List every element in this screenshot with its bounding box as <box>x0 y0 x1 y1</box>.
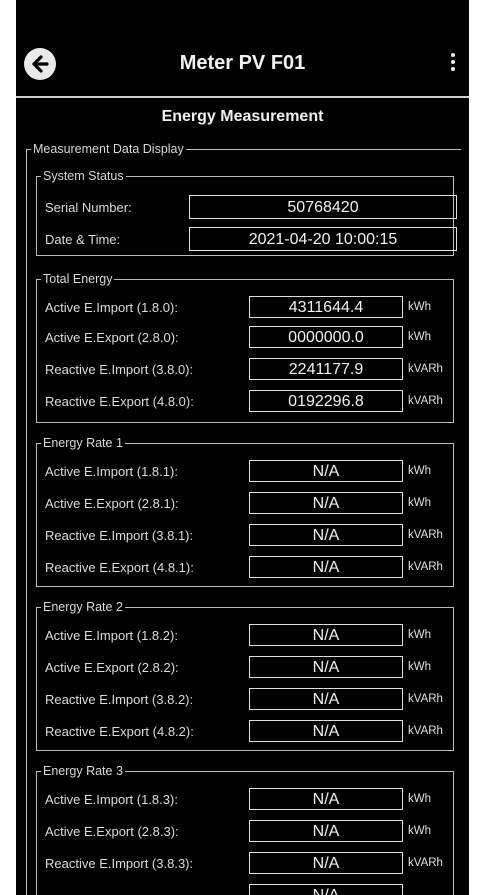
field-label: Active E.Export (2.8.3): <box>45 824 179 839</box>
energy-row: Active E.Import (1.8.2): N/A kWh <box>45 624 453 648</box>
energy-row: Reactive E.Import (3.8.0): 2241177.9 kVA… <box>45 358 453 382</box>
serial-number-field[interactable]: 50768420 <box>189 195 457 219</box>
value-field[interactable]: N/A <box>249 556 403 578</box>
unit-label: kWh <box>408 661 431 673</box>
field-label: Active E.Import (1.8.1): <box>45 464 178 479</box>
value-field[interactable]: 0192296.8 <box>249 390 403 412</box>
meter-screen: Meter PV F01 Energy Measurement Measurem… <box>16 0 469 895</box>
unit-label: kVARh <box>408 395 443 407</box>
system-status-group: System Status Serial Number: 50768420 Da… <box>36 169 457 256</box>
unit-label: kWh <box>408 629 431 641</box>
energy-row: Active E.Export (2.8.3): N/A kWh <box>45 820 453 844</box>
value-field[interactable]: N/A <box>249 820 403 842</box>
unit-label: kVARh <box>408 363 443 375</box>
unit-label: kWh <box>408 331 431 343</box>
group-legend: Total Energy <box>43 272 113 286</box>
section-title: Energy Measurement <box>161 108 324 125</box>
field-label: Reactive E.Import (3.8.3): <box>45 856 194 871</box>
field-label: Reactive E.Export (4.8.1): <box>45 560 194 575</box>
value-field[interactable]: N/A <box>249 656 403 678</box>
unit-label: kVARh <box>408 529 443 541</box>
field-label: Serial Number: <box>45 200 132 215</box>
value-field[interactable]: N/A <box>249 524 403 546</box>
date-time-field[interactable]: 2021-04-20 10:00:15 <box>189 227 457 251</box>
energy-row: Reactive E.Export (4.8.0): 0192296.8 kVA… <box>45 390 453 414</box>
unit-label: kWh <box>408 301 431 313</box>
energy-group: Total Energy Active E.Import (1.8.0): 43… <box>36 273 454 423</box>
energy-group: Energy Rate 2 Active E.Import (1.8.2): N… <box>36 601 454 751</box>
energy-row: Active E.Export (2.8.1): N/A kWh <box>45 492 453 516</box>
field-label: Active E.Import (1.8.3): <box>45 792 178 807</box>
value-field[interactable]: N/A <box>249 788 403 810</box>
value-field[interactable]: N/A <box>249 492 403 514</box>
unit-label: kVARh <box>408 857 443 869</box>
field-label: Active E.Import (1.8.2): <box>45 628 178 643</box>
serial-number-row: Serial Number: 50768420 <box>45 195 457 219</box>
group-legend: Energy Rate 2 <box>43 600 123 614</box>
value-field[interactable]: N/A <box>249 720 403 742</box>
energy-row: N/A <box>45 884 453 895</box>
energy-row: Reactive E.Export (4.8.1): N/A kVARh <box>45 556 453 580</box>
field-label: Active E.Import (1.8.0): <box>45 300 178 315</box>
unit-label: kVARh <box>408 561 443 573</box>
energy-group: Energy Rate 3 Active E.Import (1.8.3): N… <box>36 765 454 895</box>
energy-row: Active E.Import (1.8.0): 4311644.4 kWh <box>45 296 453 320</box>
energy-row: Reactive E.Export (4.8.2): N/A kVARh <box>45 720 453 744</box>
page-title: Meter PV F01 <box>179 52 306 74</box>
unit-label: kWh <box>408 465 431 477</box>
energy-row: Reactive E.Import (3.8.2): N/A kVARh <box>45 688 453 712</box>
value-field[interactable]: N/A <box>249 460 403 482</box>
field-label: Active E.Export (2.8.2): <box>45 660 179 675</box>
energy-row: Active E.Export (2.8.2): N/A kWh <box>45 656 453 680</box>
energy-row: Active E.Export (2.8.0): 0000000.0 kWh <box>45 326 453 350</box>
section-legend: Measurement Data Display <box>33 142 184 156</box>
value-field[interactable]: N/A <box>249 624 403 646</box>
value-field[interactable]: 4311644.4 <box>249 296 403 318</box>
energy-row: Active E.Import (1.8.1): N/A kWh <box>45 460 453 484</box>
date-time-row: Date & Time: 2021-04-20 10:00:15 <box>45 227 457 251</box>
header-divider <box>16 96 469 98</box>
more-vert-icon[interactable] <box>447 50 459 78</box>
value-field[interactable]: N/A <box>249 884 403 895</box>
field-label: Active E.Export (2.8.0): <box>45 330 179 345</box>
value-field[interactable]: 0000000.0 <box>249 326 403 348</box>
group-legend: Energy Rate 1 <box>43 436 123 450</box>
value-field[interactable]: 2241177.9 <box>249 358 403 380</box>
unit-label: kVARh <box>408 693 443 705</box>
app-bar: Meter PV F01 <box>16 30 469 96</box>
unit-label: kVARh <box>408 725 443 737</box>
value-field[interactable]: N/A <box>249 852 403 874</box>
field-label: Reactive E.Import (3.8.2): <box>45 692 194 707</box>
unit-label: kWh <box>408 793 431 805</box>
energy-row: Reactive E.Import (3.8.3): N/A kVARh <box>45 852 453 876</box>
field-label: Reactive E.Export (4.8.2): <box>45 724 194 739</box>
energy-row: Active E.Import (1.8.3): N/A kWh <box>45 788 453 812</box>
energy-group: Energy Rate 1 Active E.Import (1.8.1): N… <box>36 437 454 587</box>
group-legend: Energy Rate 3 <box>43 764 123 778</box>
group-legend: System Status <box>43 169 124 183</box>
unit-label: kWh <box>408 825 431 837</box>
field-label: Date & Time: <box>45 232 121 247</box>
field-label: Reactive E.Import (3.8.0): <box>45 362 194 377</box>
field-label: Reactive E.Import (3.8.1): <box>45 528 194 543</box>
value-field[interactable]: N/A <box>249 688 403 710</box>
energy-row: Reactive E.Import (3.8.1): N/A kVARh <box>45 524 453 548</box>
field-label: Active E.Export (2.8.1): <box>45 496 179 511</box>
unit-label: kWh <box>408 497 431 509</box>
field-label: Reactive E.Export (4.8.0): <box>45 394 194 409</box>
